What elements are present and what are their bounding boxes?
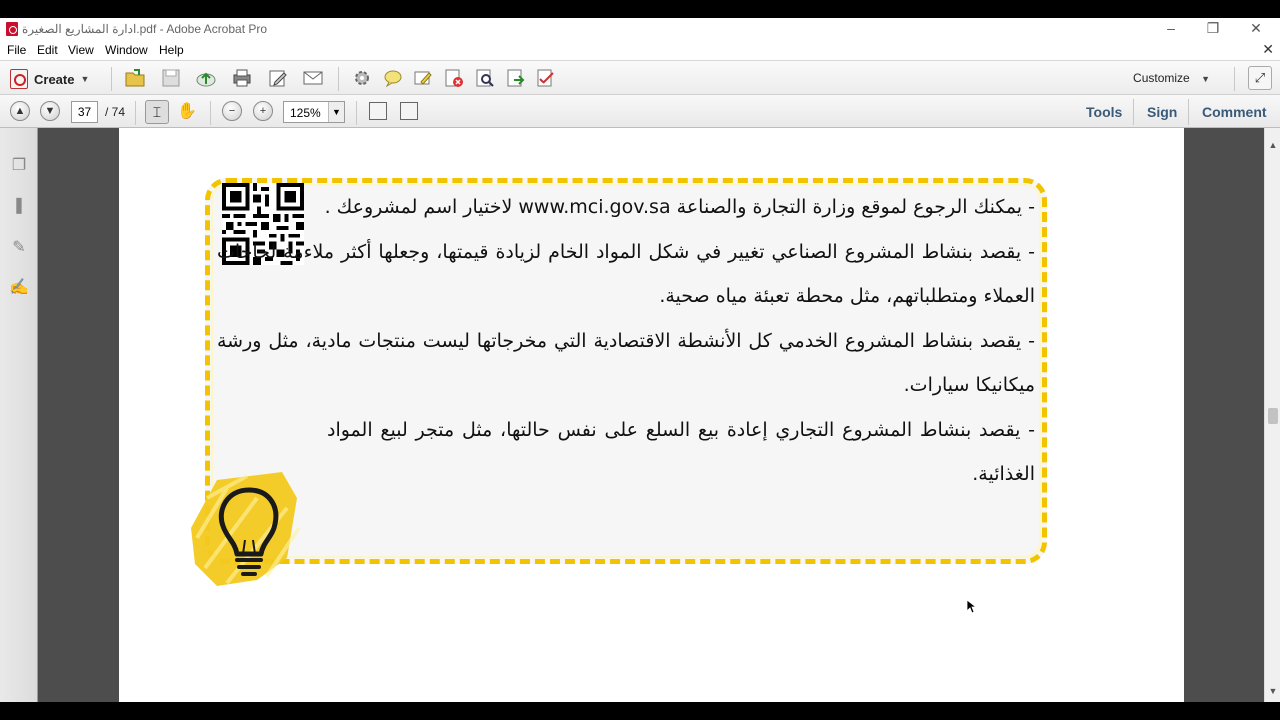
main-toolbar: Create ▼ Customize ▼ ⤢ <box>0 60 1280 95</box>
fit-page-icon[interactable] <box>369 102 387 120</box>
create-pdf-icon <box>10 69 28 89</box>
open-icon[interactable] <box>124 67 146 89</box>
tools-tab[interactable]: Tools <box>1086 104 1122 120</box>
select-tool-icon[interactable]: ⌶ <box>145 100 169 124</box>
edit-icon[interactable] <box>267 67 289 89</box>
menu-bar: File Edit View Window Help ✕ <box>0 40 1280 60</box>
close-document-icon[interactable]: ✕ <box>1262 41 1274 58</box>
navigation-toolbar: ▲ ▼ 37 / 74 ⌶ ✋ − + 125% ▼ Tools Sign Co… <box>0 95 1280 128</box>
page-thumbnails-icon[interactable]: ❐ <box>9 156 29 176</box>
export-icon[interactable] <box>505 67 527 89</box>
menu-window[interactable]: Window <box>105 43 148 57</box>
menu-help[interactable]: Help <box>159 43 184 57</box>
zoom-value: 125% <box>290 106 321 120</box>
title-bar: ادارة المشاريع الصغيرة.pdf - Adobe Acrob… <box>0 18 1280 40</box>
save-icon[interactable] <box>160 67 182 89</box>
highlight-icon[interactable] <box>412 67 434 89</box>
chevron-down-icon: ▼ <box>1201 74 1210 84</box>
next-page-icon[interactable]: ▼ <box>40 101 60 121</box>
previous-page-icon[interactable]: ▲ <box>10 101 30 121</box>
vertical-scrollbar[interactable]: ▲ ▼ <box>1264 128 1280 702</box>
zoom-out-icon[interactable]: − <box>222 101 242 121</box>
customize-label: Customize <box>1133 71 1190 85</box>
note-paragraph-website: - يمكنك الرجوع لموقع وزارة التجارة والصن… <box>324 196 1035 218</box>
delete-icon[interactable] <box>443 67 465 89</box>
workspace: ❐ ❚ ✎ ✍ - يمكنك الرجوع لموقع وزارة التجا… <box>0 128 1280 702</box>
note-paragraph-service: - يقصد بنشاط المشروع الخدمي كل الأنشطة ا… <box>217 329 1035 397</box>
menu-file[interactable]: File <box>7 43 26 57</box>
bookmarks-icon[interactable]: ❚ <box>9 196 29 216</box>
note-paragraph-commercial: - يقصد بنشاط المشروع التجاري إعادة بيع ا… <box>327 418 1035 486</box>
settings-icon[interactable] <box>351 67 373 89</box>
page-number-input[interactable]: 37 <box>71 101 98 123</box>
hand-tool-icon[interactable]: ✋ <box>177 101 197 121</box>
signatures-icon[interactable]: ✍ <box>9 278 29 298</box>
note-paragraph-industrial: - يقصد بنشاط المشروع الصناعي تغيير في شك… <box>217 240 1035 308</box>
menu-view[interactable]: View <box>68 43 94 57</box>
comment-icon[interactable] <box>382 67 404 89</box>
customize-button[interactable]: Customize ▼ <box>1133 71 1210 85</box>
find-icon[interactable] <box>474 67 496 89</box>
zoom-in-icon[interactable]: + <box>253 101 273 121</box>
acrobat-logo-icon <box>6 22 18 36</box>
light-bulb-icon <box>191 472 301 586</box>
page-total: / 74 <box>105 105 126 119</box>
comment-tab[interactable]: Comment <box>1202 104 1267 120</box>
menu-edit[interactable]: Edit <box>37 43 58 57</box>
attachments-icon[interactable]: ✎ <box>9 238 29 258</box>
close-window-button[interactable]: ✕ <box>1246 20 1266 37</box>
minimize-button[interactable]: – <box>1161 20 1181 36</box>
create-label: Create <box>34 71 75 87</box>
navigation-pane: ❐ ❚ ✎ ✍ <box>0 128 38 702</box>
email-icon[interactable] <box>302 67 324 89</box>
cloud-upload-icon[interactable] <box>195 67 217 89</box>
sign-tab[interactable]: Sign <box>1147 104 1177 120</box>
sign-icon[interactable] <box>535 67 557 89</box>
window-title: ادارة المشاريع الصغيرة.pdf - Adobe Acrob… <box>22 22 268 36</box>
scroll-down-icon[interactable]: ▼ <box>1265 686 1280 696</box>
print-icon[interactable] <box>231 67 253 89</box>
fit-width-icon[interactable] <box>400 102 418 120</box>
pdf-page: - يمكنك الرجوع لموقع وزارة التجارة والصن… <box>119 128 1184 702</box>
scrollbar-thumb[interactable] <box>1268 408 1278 424</box>
zoom-select[interactable]: 125% ▼ <box>283 101 345 123</box>
restore-button[interactable]: ❐ <box>1203 20 1223 37</box>
chevron-down-icon: ▼ <box>328 102 344 122</box>
full-screen-icon[interactable]: ⤢ <box>1248 66 1272 90</box>
mouse-cursor-icon <box>967 600 978 614</box>
acrobat-window: ادارة المشاريع الصغيرة.pdf - Adobe Acrob… <box>0 18 1280 702</box>
scroll-up-icon[interactable]: ▲ <box>1265 140 1280 150</box>
create-button[interactable]: Create ▼ <box>10 68 89 90</box>
chevron-down-icon: ▼ <box>80 74 90 84</box>
note-text: - يمكنك الرجوع لموقع وزارة التجارة والصن… <box>217 185 1035 497</box>
